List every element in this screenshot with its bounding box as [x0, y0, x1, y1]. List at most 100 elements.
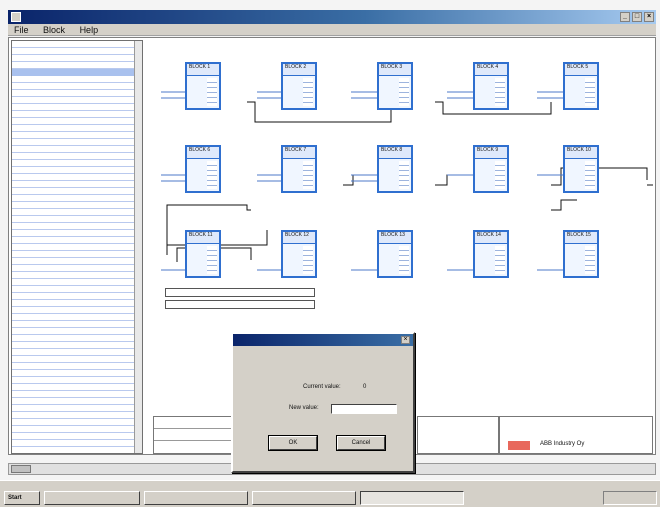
function-block[interactable]: BLOCK 1 [185, 62, 221, 110]
function-block[interactable]: BLOCK 11 [185, 230, 221, 278]
block-header: BLOCK 6 [187, 147, 219, 159]
status-row-2 [154, 429, 232, 441]
list-scrollbar[interactable] [134, 41, 142, 453]
block-header: BLOCK 4 [475, 64, 507, 76]
list-item[interactable] [12, 55, 142, 62]
block-pins [303, 161, 313, 189]
function-block[interactable]: BLOCK 9 [473, 145, 509, 193]
taskbar: Start [0, 480, 660, 507]
taskbar-item-3[interactable] [252, 491, 356, 505]
block-header: BLOCK 10 [565, 147, 597, 159]
list-item[interactable] [12, 97, 142, 104]
list-item[interactable] [12, 139, 142, 146]
function-block[interactable]: BLOCK 10 [563, 145, 599, 193]
cancel-button[interactable]: Cancel [336, 435, 386, 451]
function-block[interactable]: BLOCK 7 [281, 145, 317, 193]
new-value-label: New value: [289, 405, 319, 411]
function-block[interactable]: BLOCK 3 [377, 62, 413, 110]
close-button[interactable]: × [644, 12, 654, 22]
block-header: BLOCK 8 [379, 147, 411, 159]
block-header: BLOCK 14 [475, 232, 507, 244]
menu-bar: File Block Help [8, 24, 656, 36]
block-header: BLOCK 11 [187, 232, 219, 244]
app-icon[interactable] [11, 12, 21, 22]
list-item[interactable] [12, 41, 142, 48]
block-pins [399, 161, 409, 189]
desktop-screen: _ □ × File Block Help BLOCK 1 BLOCK 2 BL… [0, 0, 660, 507]
function-block[interactable]: BLOCK 12 [281, 230, 317, 278]
function-block[interactable]: BLOCK 5 [563, 62, 599, 110]
list-item[interactable] [12, 160, 142, 167]
ok-button[interactable]: OK [268, 435, 318, 451]
list-item[interactable] [12, 69, 142, 76]
list-item[interactable] [12, 62, 142, 69]
status-row-3 [154, 441, 232, 453]
list-item[interactable] [12, 76, 142, 83]
block-header: BLOCK 12 [283, 232, 315, 244]
block-header: BLOCK 9 [475, 147, 507, 159]
new-value-input[interactable] [331, 404, 397, 414]
current-value: 0 [363, 384, 367, 390]
taskbar-item-2[interactable] [144, 491, 248, 505]
block-pins [495, 161, 505, 189]
current-value-label: Current value: [303, 384, 341, 390]
list-item[interactable] [12, 48, 142, 55]
function-block[interactable]: BLOCK 13 [377, 230, 413, 278]
scrollbar-thumb[interactable] [11, 465, 31, 473]
list-item[interactable] [12, 83, 142, 90]
status-label [500, 417, 652, 421]
block-pins [585, 161, 595, 189]
dialog-title [233, 334, 413, 346]
list-item[interactable] [12, 118, 142, 125]
list-item[interactable] [12, 174, 142, 181]
minimize-button[interactable]: _ [620, 12, 630, 22]
block-pins [303, 246, 313, 274]
menu-block[interactable]: Block [37, 24, 71, 36]
block-pins [585, 78, 595, 106]
block-header: BLOCK 5 [565, 64, 597, 76]
block-pins [399, 246, 409, 274]
info-box-2 [165, 300, 315, 309]
block-pins [207, 246, 217, 274]
menu-file[interactable]: File [8, 24, 35, 36]
list-item[interactable] [12, 90, 142, 97]
block-header: BLOCK 7 [283, 147, 315, 159]
maximize-button[interactable]: □ [632, 12, 642, 22]
block-header: BLOCK 3 [379, 64, 411, 76]
brand-name: ABB Industry Oy [540, 441, 585, 447]
block-header: BLOCK 1 [187, 64, 219, 76]
set-value-dialog: × Current value: 0 New value: OK Cancel [231, 332, 415, 473]
block-header: BLOCK 13 [379, 232, 411, 244]
block-pins [585, 246, 595, 274]
status-panel-left [153, 416, 233, 454]
list-item[interactable] [12, 153, 142, 160]
block-header: BLOCK 2 [283, 64, 315, 76]
block-pins [207, 161, 217, 189]
block-header: BLOCK 15 [565, 232, 597, 244]
status-row-1 [154, 417, 232, 429]
list-item[interactable] [12, 146, 142, 153]
dialog-close-icon[interactable]: × [401, 336, 410, 344]
taskbar-item-1[interactable] [44, 491, 140, 505]
info-box-1 [165, 288, 315, 297]
list-item[interactable] [12, 132, 142, 139]
block-pins [495, 246, 505, 274]
block-pins [399, 78, 409, 106]
list-item[interactable] [12, 104, 142, 111]
list-item[interactable] [12, 111, 142, 118]
abb-logo-icon [508, 441, 530, 450]
function-block[interactable]: BLOCK 15 [563, 230, 599, 278]
list-item[interactable] [12, 125, 142, 132]
menu-help[interactable]: Help [74, 24, 105, 36]
function-block[interactable]: BLOCK 8 [377, 145, 413, 193]
taskbar-item-4[interactable] [360, 491, 464, 505]
function-block[interactable]: BLOCK 14 [473, 230, 509, 278]
parameter-list[interactable] [11, 40, 143, 454]
window-titlebar[interactable]: _ □ × [8, 10, 656, 24]
list-item[interactable] [12, 167, 142, 174]
function-block[interactable]: BLOCK 2 [281, 62, 317, 110]
status-panel-right: ABB Industry Oy [499, 416, 653, 454]
function-block[interactable]: BLOCK 6 [185, 145, 221, 193]
function-block[interactable]: BLOCK 4 [473, 62, 509, 110]
start-button[interactable]: Start [4, 491, 40, 505]
